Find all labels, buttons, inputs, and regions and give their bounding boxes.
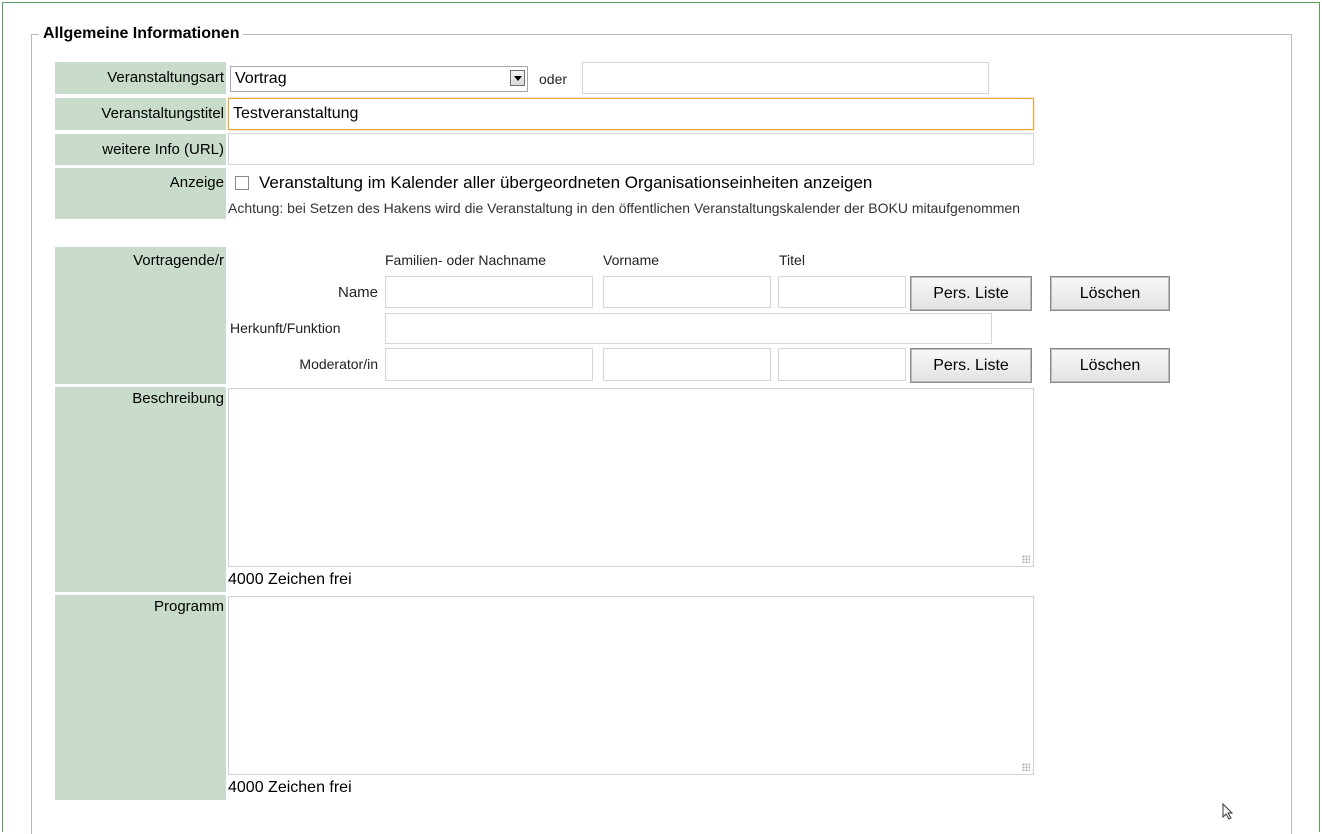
chevron-down-icon[interactable]: [510, 70, 525, 86]
anzeige-note: Achtung: bei Setzen des Hakens wird die …: [228, 200, 1021, 216]
label-weitere-info: weitere Info (URL): [55, 134, 226, 165]
weitere-info-input[interactable]: [228, 133, 1034, 165]
vortragende-vorname-input[interactable]: [603, 276, 771, 308]
herkunft-funktion-input[interactable]: [385, 313, 992, 344]
beschreibung-textarea[interactable]: [228, 388, 1034, 567]
oder-label: oder: [539, 71, 568, 87]
fieldset-legend: Allgemeine Informationen: [39, 25, 244, 43]
veranstaltungstitel-input[interactable]: Testveranstaltung: [228, 98, 1034, 130]
col-header-vorname: Vorname: [603, 252, 660, 268]
beschreibung-counter: 4000 Zeichen frei: [228, 571, 352, 588]
resize-grip-icon[interactable]: [1022, 555, 1030, 563]
name-label: Name: [337, 284, 378, 301]
veranstaltungsart-select[interactable]: Vortrag: [230, 66, 528, 92]
moderator-loeschen-button[interactable]: Löschen: [1050, 348, 1170, 383]
label-veranstaltungsart: Veranstaltungsart: [55, 62, 226, 94]
mouse-pointer-icon: [1222, 803, 1234, 820]
vortragende-loeschen-button[interactable]: Löschen: [1050, 276, 1170, 311]
anzeige-checkbox-label: Veranstaltung im Kalender aller übergeor…: [259, 173, 873, 192]
col-header-nachname: Familien- oder Nachname: [385, 252, 547, 268]
label-programm: Programm: [55, 595, 226, 800]
herkunft-label: Herkunft/Funktion: [230, 320, 341, 336]
veranstaltungsart-other-input[interactable]: [582, 62, 989, 94]
label-veranstaltungstitel: Veranstaltungstitel: [55, 98, 226, 130]
vortragende-titel-input[interactable]: [778, 276, 906, 308]
col-header-titel: Titel: [779, 252, 805, 268]
programm-counter: 4000 Zeichen frei: [228, 779, 352, 796]
moderator-vorname-input[interactable]: [603, 348, 771, 381]
moderator-nachname-input[interactable]: [385, 348, 593, 381]
label-beschreibung: Beschreibung: [55, 387, 226, 592]
vortragende-pers-liste-button[interactable]: Pers. Liste: [910, 276, 1032, 311]
vortragende-nachname-input[interactable]: [385, 276, 593, 308]
moderator-pers-liste-button[interactable]: Pers. Liste: [910, 348, 1032, 383]
anzeige-checkbox[interactable]: [235, 176, 249, 190]
label-vortragende: Vortragende/r: [55, 247, 226, 384]
veranstaltungsart-selected-value: Vortrag: [235, 70, 287, 87]
resize-grip-icon[interactable]: [1022, 763, 1030, 771]
moderator-titel-input[interactable]: [778, 348, 906, 381]
moderator-label: Moderator/in: [299, 356, 378, 372]
programm-textarea[interactable]: [228, 596, 1034, 775]
label-anzeige: Anzeige: [55, 168, 226, 219]
